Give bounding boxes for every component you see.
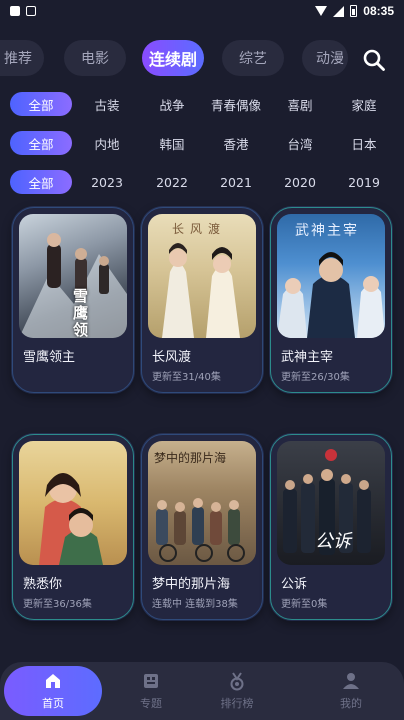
filter-genre-option[interactable]: 喜剧: [287, 92, 312, 116]
poster-image: 长风渡: [148, 214, 256, 338]
bottom-nav: 首页 专题 排行榜 我的: [0, 662, 404, 720]
user-icon: [343, 673, 359, 689]
filter-region-option[interactable]: 韩国: [159, 131, 184, 155]
topic-icon: [144, 674, 158, 688]
filter-year-all[interactable]: 全部: [10, 170, 72, 194]
poster-title-art: 雪鹰领主: [73, 287, 89, 339]
card-subtitle: 更新至36/36集: [23, 599, 92, 610]
card-title: 长风渡: [152, 350, 192, 365]
filter-year-option[interactable]: 2020: [284, 170, 316, 194]
filter-genre-option[interactable]: 青春偶像: [211, 92, 261, 116]
series-card[interactable]: 公诉 公诉 更新至0集: [270, 434, 392, 620]
signal-icon: [333, 5, 345, 17]
filter-genre-all[interactable]: 全部: [10, 92, 72, 116]
filter-region-row: 全部 内地 韩国 香港 台湾 日本: [0, 131, 404, 155]
poster-title-art: 公诉: [315, 531, 351, 552]
category-tabs: 推荐 电影 连续剧 综艺 动漫: [0, 40, 404, 78]
nav-label: 首页: [42, 697, 64, 710]
card-title: 熟悉你: [23, 577, 63, 592]
poster-image: [19, 441, 127, 565]
tab-label: 推荐: [4, 51, 32, 67]
poster-image: 武神主宰: [277, 214, 385, 338]
poster-image: 公诉: [277, 441, 385, 565]
medal-icon: [230, 672, 244, 691]
card-title: 梦中的那片海: [152, 577, 231, 592]
tab-label: 连续剧: [148, 50, 197, 69]
search-icon[interactable]: [362, 48, 386, 72]
chip-label: 全部: [28, 97, 54, 113]
filter-region-option[interactable]: 内地: [94, 131, 119, 155]
filter-year-option[interactable]: 2023: [91, 170, 123, 194]
card-subtitle: 连载中 连载到38集: [152, 599, 238, 610]
status-time: 08:35: [363, 4, 394, 18]
nav-topics[interactable]: 专题: [102, 666, 200, 716]
tab-recommend[interactable]: 推荐: [0, 40, 44, 76]
card-title: 武神主宰: [281, 350, 334, 365]
tab-variety[interactable]: 综艺: [222, 40, 284, 76]
tab-label: 综艺: [239, 51, 267, 67]
filter-year-option[interactable]: 2019: [348, 170, 380, 194]
series-card[interactable]: 雪鹰领主 雪鹰领主: [12, 207, 134, 393]
battery-icon: [350, 5, 358, 17]
card-subtitle: 更新至31/40集: [152, 372, 221, 383]
poster-image: 雪鹰领主: [19, 214, 127, 338]
filter-genre-row: 全部 古装 战争 青春偶像 喜剧 家庭: [0, 92, 404, 116]
nav-home[interactable]: 首页: [4, 666, 102, 716]
tab-movies[interactable]: 电影: [64, 40, 126, 76]
filter-year-option[interactable]: 2022: [156, 170, 188, 194]
series-card[interactable]: 武神主宰 武神主宰 更新至26/30集: [270, 207, 392, 393]
filter-genre-option[interactable]: 战争: [159, 92, 184, 116]
series-card[interactable]: 长风渡 长风渡 更新至31/40集: [141, 207, 263, 393]
status-notifications: [10, 6, 36, 16]
series-card[interactable]: 熟悉你 更新至36/36集: [12, 434, 134, 620]
home-icon: [46, 674, 60, 688]
nav-label: 专题: [140, 697, 162, 710]
tab-label: 电影: [81, 51, 109, 67]
chip-label: 全部: [28, 175, 54, 191]
tab-label: 动漫: [316, 51, 344, 67]
poster-title-art: 梦中的那片海: [154, 451, 227, 465]
card-subtitle: 更新至26/30集: [281, 372, 350, 383]
status-bar: 08:35: [0, 0, 404, 22]
filter-genre-option[interactable]: 家庭: [351, 92, 376, 116]
filter-year-option[interactable]: 2021: [220, 170, 252, 194]
card-subtitle: 更新至0集: [281, 599, 328, 610]
nav-label: 我的: [340, 697, 362, 710]
filter-region-option[interactable]: 台湾: [287, 131, 312, 155]
status-indicators: 08:35: [315, 4, 394, 18]
filter-year-row: 全部 2023 2022 2021 2020 2019: [0, 170, 404, 194]
poster-title-art: 长风渡: [172, 222, 227, 236]
tab-series[interactable]: 连续剧: [142, 40, 204, 76]
notification-icon-2: [26, 6, 36, 16]
chip-label: 全部: [28, 136, 54, 152]
notification-icon: [10, 6, 20, 16]
tab-anime[interactable]: 动漫: [302, 40, 348, 76]
filter-region-option[interactable]: 日本: [351, 131, 376, 155]
filter-region-all[interactable]: 全部: [10, 131, 72, 155]
wifi-icon: [315, 6, 328, 16]
series-card[interactable]: 梦中的那片海 梦中的那片海 连载中 连载到38集: [141, 434, 263, 620]
nav-label: 排行榜: [220, 697, 254, 710]
nav-profile[interactable]: 我的: [302, 666, 400, 716]
filter-genre-option[interactable]: 古装: [94, 92, 119, 116]
filter-region-option[interactable]: 香港: [223, 131, 248, 155]
poster-image: 梦中的那片海: [148, 441, 256, 565]
poster-title-art: 武神主宰: [295, 223, 359, 239]
card-title: 雪鹰领主: [23, 350, 76, 365]
nav-ranking[interactable]: 排行榜: [188, 666, 286, 716]
card-title: 公诉: [281, 577, 308, 592]
